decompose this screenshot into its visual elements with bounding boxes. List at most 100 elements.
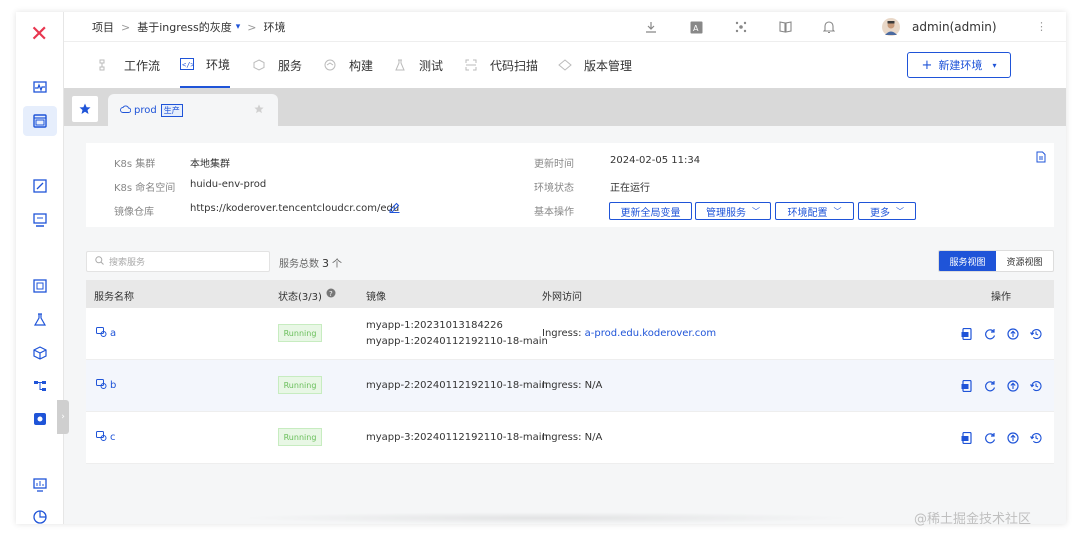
catalog-icon[interactable] (29, 275, 51, 297)
document-icon[interactable] (1036, 151, 1046, 166)
breadcrumb-separator: > (247, 20, 257, 34)
new-environment-button[interactable]: + 新建环境 ▾ (907, 52, 1011, 78)
username[interactable]: admin(admin) (912, 20, 997, 34)
ingress-label: Ingress: (542, 380, 582, 391)
avatar[interactable] (882, 18, 900, 36)
updated-time-label: 更新时间 (534, 159, 574, 170)
bell-icon[interactable] (822, 20, 836, 34)
service-icon (96, 431, 107, 444)
header-status: 状态(3/3) (278, 292, 322, 303)
tab-workflow[interactable]: 工作流 (98, 42, 160, 88)
release-icon[interactable] (29, 209, 51, 231)
updated-time-value: 2024-02-05 11:34 (610, 155, 701, 166)
tab-label: 测试 (419, 58, 444, 73)
view-log-icon[interactable] (960, 379, 974, 393)
svg-text:?: ? (329, 290, 333, 298)
view-log-icon[interactable] (960, 327, 974, 341)
pie-chart-icon[interactable] (29, 506, 51, 524)
breadcrumb-project[interactable]: 基于ingress的灰度 (137, 19, 232, 35)
manage-services-button[interactable]: 管理服务 ﹀ (695, 202, 771, 220)
header-actions: 操作 (991, 292, 1011, 303)
table-header: 服务名称 状态(3/3) ? 镜像 外网访问 操作 (86, 280, 1054, 308)
service-count-value: 3 (322, 257, 329, 270)
upgrade-icon[interactable] (1006, 431, 1020, 445)
more-button[interactable]: 更多 ﹀ (858, 202, 916, 220)
tab-environment[interactable]: </> 环境 (180, 42, 231, 88)
search-input[interactable]: 搜索服务 (86, 251, 270, 272)
dashboard-icon[interactable] (29, 474, 51, 496)
resource-view-button[interactable]: 资源视图 (996, 251, 1053, 271)
cube-icon[interactable] (29, 342, 51, 364)
chevron-down-icon[interactable]: ▾ (236, 22, 241, 32)
registry-value: https://koderover.tencentcloudcr.com/edu (190, 203, 400, 214)
service-count: 服务总数 3 个 (279, 255, 342, 270)
ingress-link[interactable]: a-prod.edu.koderover.com (585, 328, 717, 339)
tab-build[interactable]: 构建 (323, 42, 373, 88)
tab-code-scan[interactable]: 代码扫描 (464, 42, 538, 88)
service-name-link[interactable]: c (110, 432, 116, 443)
ingress-label: Ingress: (542, 328, 582, 339)
tab-version[interactable]: 版本管理 (558, 42, 632, 88)
restart-icon[interactable] (983, 431, 997, 445)
project-icon[interactable] (23, 106, 57, 136)
new-environment-label: 新建环境 (938, 59, 983, 72)
ingress-info: Ingress: N/A (542, 432, 602, 443)
svg-text:</>: </> (182, 61, 194, 69)
image-tag: myapp-3:20240112192110-18-main (366, 432, 548, 443)
favorites-star-icon[interactable] (72, 96, 98, 122)
header-external-access: 外网访问 (542, 292, 582, 303)
build-icon (323, 58, 337, 72)
pipeline-icon[interactable] (29, 375, 51, 397)
restart-icon[interactable] (983, 327, 997, 341)
update-global-vars-button[interactable]: 更新全局变量 (609, 202, 692, 220)
history-icon[interactable] (1029, 379, 1043, 393)
tab-label: 服务 (278, 58, 303, 73)
tab-test[interactable]: 测试 (393, 42, 443, 88)
flask-icon[interactable] (29, 309, 51, 331)
service-name-link[interactable]: a (110, 328, 116, 339)
restart-icon[interactable] (983, 379, 997, 393)
upgrade-icon[interactable] (1006, 379, 1020, 393)
view-log-icon[interactable] (960, 431, 974, 445)
breadcrumb-root[interactable]: 项目 (92, 19, 114, 35)
history-icon[interactable] (1029, 431, 1043, 445)
services-table: 服务名称 状态(3/3) ? 镜像 外网访问 操作 a Running myap… (86, 280, 1054, 464)
logo[interactable]: ✕ (30, 22, 48, 47)
service-view-button[interactable]: 服务视图 (939, 251, 996, 271)
download-icon[interactable] (644, 20, 658, 34)
env-tab-prod[interactable]: prod 生产 (108, 94, 278, 126)
sidebar-collapse-handle[interactable]: › (57, 400, 69, 434)
plugin-icon[interactable] (734, 20, 748, 34)
tab-label: 构建 (349, 58, 374, 73)
code-scan-icon (464, 58, 478, 72)
env-config-button[interactable]: 环境配置 ﹀ (775, 202, 854, 220)
test-icon (393, 58, 407, 72)
chevron-down-icon: ▾ (992, 60, 997, 70)
registry-label: 镜像仓库 (114, 207, 154, 218)
basic-ops-label: 基本操作 (534, 207, 574, 218)
help-icon[interactable]: ? (326, 288, 336, 301)
upgrade-icon[interactable] (1006, 327, 1020, 341)
book-icon[interactable] (778, 20, 792, 34)
tab-service[interactable]: 服务 (252, 42, 302, 88)
search-icon (95, 255, 104, 268)
edit-doc-icon[interactable] (29, 175, 51, 197)
status-badge: Running (278, 324, 322, 342)
breadcrumb: 项目 > 基于ingress的灰度 ▾ > 环境 (92, 12, 286, 42)
monitor-icon[interactable] (29, 76, 51, 98)
watermark: @稀土掘金技术社区 (914, 512, 1032, 527)
env-status-label: 环境状态 (534, 183, 574, 194)
edit-pencil-icon[interactable] (389, 202, 400, 216)
env-name: prod (134, 104, 157, 116)
chevron-down-icon: ﹀ (833, 206, 842, 216)
service-icon (96, 327, 107, 340)
settings-icon[interactable] (29, 408, 51, 430)
translate-icon[interactable]: A (689, 20, 703, 34)
environment-info-card: K8s 集群 本地集群 K8s 命名空间 huidu-env-prod 镜像仓库… (86, 143, 1054, 227)
service-name-link[interactable]: b (110, 380, 116, 391)
more-menu-icon[interactable]: ⋮ (1036, 20, 1047, 33)
table-row: a Running myapp-1:20231013184226 myapp-1… (86, 308, 1054, 360)
top-bar: 项目 > 基于ingress的灰度 ▾ > 环境 A admin(admin) … (64, 12, 1066, 42)
history-icon[interactable] (1029, 327, 1043, 341)
star-icon[interactable] (254, 103, 264, 117)
